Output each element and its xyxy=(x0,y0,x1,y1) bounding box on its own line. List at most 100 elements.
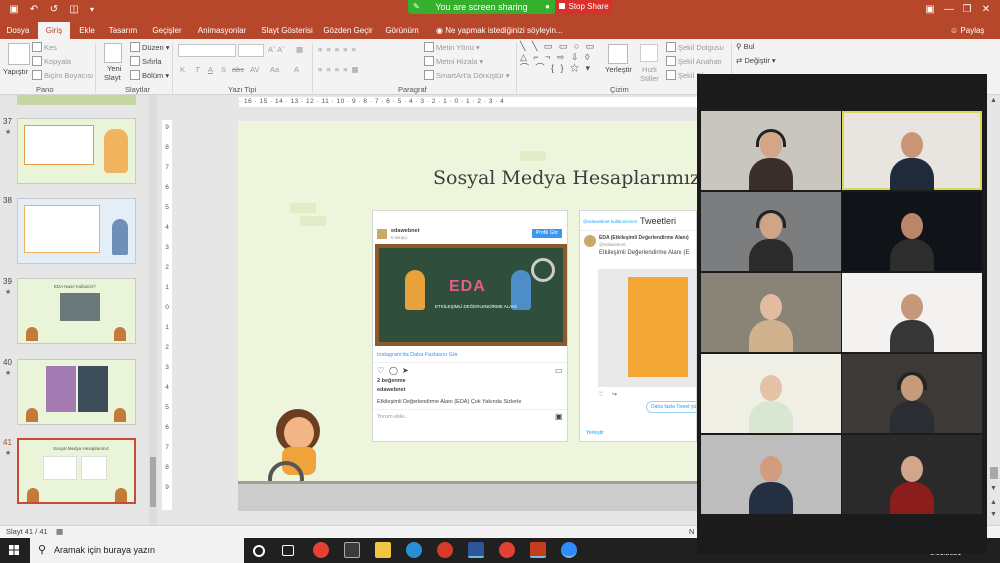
powerpoint-icon[interactable] xyxy=(530,542,546,558)
copy-button[interactable]: Kopyala xyxy=(32,56,71,66)
slide-thumbnail-39[interactable]: EDA Nasıl Kullanılır? xyxy=(17,278,136,344)
tab-gozden-gecir[interactable]: Gözden Geçir xyxy=(322,22,374,39)
minimize-icon[interactable]: — xyxy=(942,3,956,17)
share-icon[interactable]: ➤ xyxy=(402,366,409,375)
participant-video-tile[interactable] xyxy=(842,273,982,352)
strikethrough-button[interactable]: abc xyxy=(232,65,244,74)
tab-gorunum[interactable]: Görünüm xyxy=(382,22,422,39)
like-icon[interactable]: ♡ xyxy=(377,366,384,375)
smartart-button[interactable]: SmartArt'a Dönüştür ▾ xyxy=(424,70,510,80)
new-slide-icon[interactable] xyxy=(104,43,122,63)
undo-icon[interactable]: ↶ xyxy=(28,4,40,16)
shape-fill-button[interactable]: Şekil Dolgusu xyxy=(666,42,724,52)
replace-button[interactable]: ⇄ Değiştir ▾ xyxy=(736,56,776,65)
store-icon[interactable] xyxy=(344,542,360,558)
grow-font-icon[interactable]: Aˆ Aˇ xyxy=(268,45,285,54)
more-tweets-button[interactable]: Daha fazla Tweet yü xyxy=(646,401,696,413)
slides-panel-scrollbar[interactable] xyxy=(149,95,157,525)
tab-animasyonlar[interactable]: Animasyonlar xyxy=(193,22,251,39)
instagram-more-link[interactable]: Instagram'da Daha Fazlasını Gör xyxy=(377,352,458,358)
twitter-embed-link[interactable]: Yerleştir xyxy=(586,430,604,436)
notes-button[interactable]: N xyxy=(689,527,694,536)
editor-scrollbar[interactable]: ▲ ▼ ▲ ▼ xyxy=(988,95,1000,525)
tweet-like-icon[interactable]: ♡ xyxy=(598,391,603,398)
redo-icon[interactable]: ↺ xyxy=(48,4,60,16)
maximize-icon[interactable]: ❐ xyxy=(960,3,974,17)
spellcheck-icon[interactable]: ▦ xyxy=(56,527,63,536)
word-icon[interactable] xyxy=(468,542,484,558)
task-view-icon[interactable] xyxy=(282,545,294,556)
present-icon[interactable]: ◫ xyxy=(68,4,80,16)
participant-video-tile[interactable] xyxy=(701,192,841,271)
save-icon[interactable]: ▣ xyxy=(8,4,20,16)
instagram-embed[interactable]: edawebnet 5 takipçi Profili Gör EDA ETKİ… xyxy=(372,210,568,442)
underline-button[interactable]: A xyxy=(208,65,213,74)
new-slide-button-line2[interactable]: Slayt xyxy=(104,73,121,82)
tab-tasarim[interactable]: Tasarım xyxy=(104,22,142,39)
cut-button[interactable]: Kes xyxy=(32,42,57,52)
section-button[interactable]: Bölüm ▾ xyxy=(130,70,169,80)
slide-thumbnail-38[interactable] xyxy=(17,198,136,264)
slide-thumbnail-40[interactable] xyxy=(17,359,136,425)
quick-styles-icon[interactable] xyxy=(640,44,658,62)
participant-video-tile[interactable] xyxy=(842,192,982,271)
windows-start-icon[interactable] xyxy=(0,538,28,563)
slide-title[interactable]: Sosyal Medya Hesaplarımız xyxy=(433,167,697,189)
view-profile-button[interactable]: Profili Gör xyxy=(532,229,562,238)
italic-button[interactable]: T xyxy=(195,65,200,74)
list-buttons[interactable]: ≡≡≡≡≡ xyxy=(318,45,360,54)
comment-field[interactable]: Yorum ekle... xyxy=(377,414,409,420)
twitter-embed[interactable]: @edawebnet kullanıcısının Tweetleri EDA … xyxy=(579,210,697,442)
tab-ekle[interactable]: Ekle xyxy=(74,22,100,39)
close-icon[interactable]: ✕ xyxy=(979,3,993,17)
participant-video-tile[interactable] xyxy=(701,354,841,433)
font-size-field[interactable] xyxy=(238,44,264,57)
chrome-icon[interactable] xyxy=(313,542,329,558)
shapes-gallery[interactable]: ╲ ╲ ▭ ▭ ○ ▭ △ ⌐ ¬ ⇨ ⇩ ◊ ⌒ ⌒ { } ☆ ▾ xyxy=(520,41,602,81)
align-text-button[interactable]: Metni Hizala ▾ xyxy=(424,56,483,66)
share-button[interactable]: ☺ Paylaş xyxy=(950,22,984,39)
participant-video-tile[interactable] xyxy=(842,354,982,433)
align-buttons[interactable]: ≡≡≡≡▦ xyxy=(318,65,363,74)
reset-button[interactable]: Sıfırla xyxy=(130,56,162,66)
participant-video-tile[interactable] xyxy=(701,435,841,514)
edge-icon[interactable] xyxy=(406,542,422,558)
clear-format-icon[interactable]: ▦ xyxy=(296,45,303,54)
app-icon[interactable] xyxy=(437,542,453,558)
cortana-icon[interactable] xyxy=(253,545,265,557)
paste-button[interactable]: Yapıştır xyxy=(3,67,28,76)
new-slide-button[interactable]: Yeni xyxy=(107,64,121,73)
taskbar-search[interactable]: ⚲ Aramak için buraya yazın xyxy=(30,538,244,563)
tab-gecisler[interactable]: Geçişler xyxy=(148,22,186,39)
arrange-button[interactable]: Yerleştir xyxy=(605,65,632,74)
participant-video-tile[interactable] xyxy=(701,273,841,352)
tweet-share-icon[interactable]: ↪ xyxy=(612,391,617,398)
next-slide-icon[interactable]: ▼ xyxy=(990,511,997,518)
shadow-button[interactable]: S xyxy=(221,65,226,74)
change-case-button[interactable]: Aa xyxy=(270,65,279,74)
participant-video-tile[interactable] xyxy=(842,111,982,190)
shape-outline-button[interactable]: Şekil Anahatı xyxy=(666,56,722,66)
participant-video-tile[interactable] xyxy=(842,435,982,514)
font-name-field[interactable] xyxy=(178,44,236,57)
comment-icon[interactable]: ◯ xyxy=(389,366,398,375)
quick-styles-button[interactable]: Hızlı xyxy=(642,65,657,74)
prev-slide-icon[interactable]: ▲ xyxy=(990,499,997,506)
text-direction-button[interactable]: Metin Yönü ▾ xyxy=(424,42,480,52)
bookmark-icon[interactable]: ▭ xyxy=(555,366,563,375)
ribbon-options-icon[interactable]: ▣ xyxy=(923,3,937,17)
slide-thumbnail-41[interactable]: Sosyal Medya Hesaplarımız xyxy=(17,438,136,504)
scroll-down-icon[interactable]: ▼ xyxy=(990,485,997,492)
font-color-button[interactable]: A xyxy=(294,65,299,74)
slide-thumbnail-36-partial[interactable] xyxy=(17,95,136,105)
zoom-icon[interactable] xyxy=(561,542,577,558)
customize-qa-icon[interactable]: ▾ xyxy=(86,4,98,16)
slide-canvas[interactable]: Sosyal Medya Hesaplarımız edawebnet 5 ta… xyxy=(238,121,697,511)
layout-button[interactable]: Düzen ▾ xyxy=(130,42,170,52)
file-explorer-icon[interactable] xyxy=(375,542,391,558)
stop-share-button[interactable]: Stop Share xyxy=(556,0,612,14)
bold-button[interactable]: K xyxy=(180,65,185,74)
arrange-icon[interactable] xyxy=(608,44,628,64)
tell-me-search[interactable]: ◉ Ne yapmak istediğinizi söyleyin... xyxy=(436,22,563,39)
paste-icon[interactable] xyxy=(8,43,30,65)
